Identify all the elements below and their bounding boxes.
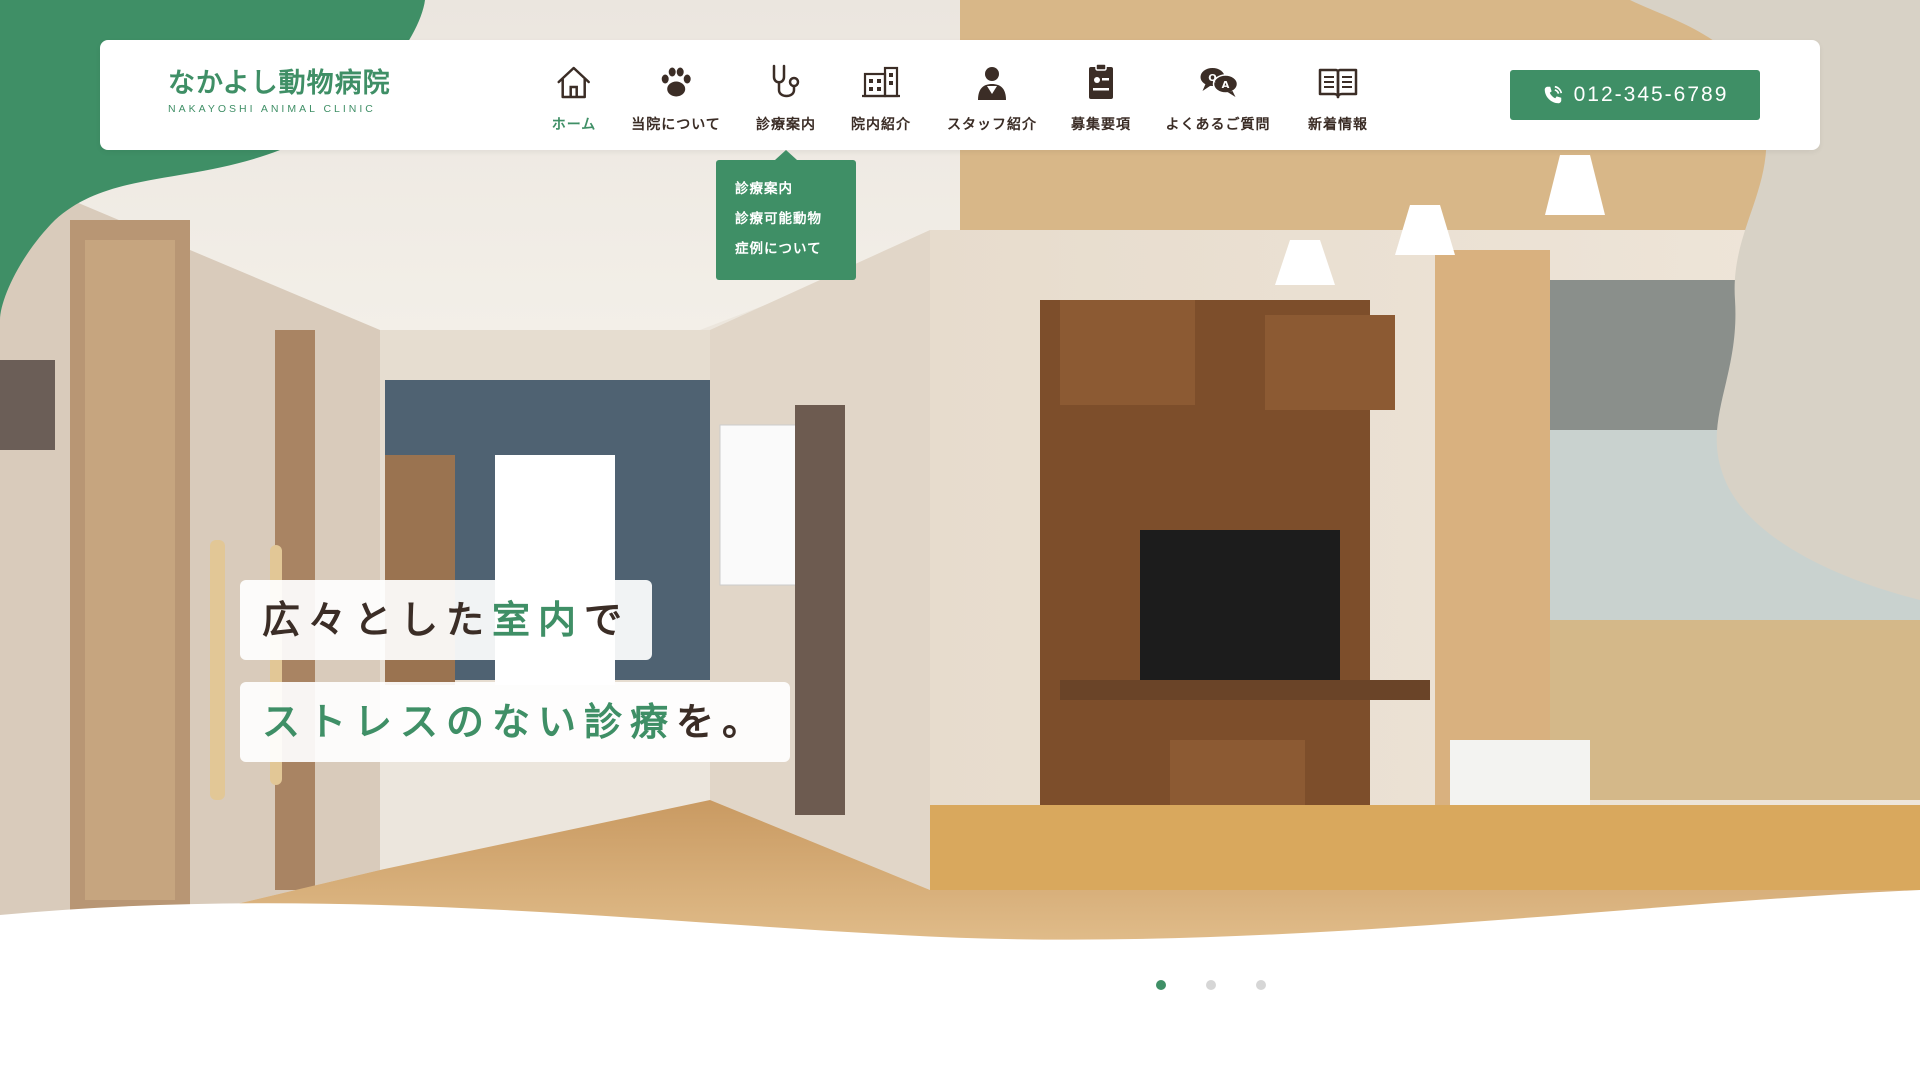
nav-item-home[interactable]: ホーム (552, 60, 597, 134)
site-logo[interactable]: なかよし動物病院 NAKAYOSHI ANIMAL CLINIC (168, 68, 428, 115)
slider-dot-3[interactable] (1256, 980, 1266, 990)
dropdown-item-medical-guide[interactable]: 診療案内 (735, 174, 856, 204)
nav-item-staff[interactable]: スタッフ紹介 (947, 60, 1037, 134)
paw-icon (661, 67, 691, 97)
slider-dot-1[interactable] (1156, 980, 1166, 990)
phone-icon (1544, 85, 1562, 104)
home-icon (557, 66, 591, 99)
nav-item-about[interactable]: 当院について (631, 60, 721, 134)
nav-item-recruit[interactable]: 募集要項 (1071, 60, 1131, 134)
nav-item-news[interactable]: 新着情報 (1308, 60, 1368, 134)
catchcopy-line-2: ストレスのない診療を。 (240, 682, 791, 762)
nav-label-staff: スタッフ紹介 (947, 117, 1037, 133)
svg-text:Q: Q (1208, 73, 1217, 84)
hero-catchcopy: 広々とした室内で ストレスのない診療を。 (240, 580, 791, 784)
open-book-icon (1318, 68, 1358, 99)
catchcopy-line-2-c: を。 (676, 700, 769, 744)
decor-bottom-wave (0, 890, 1920, 960)
catchcopy-line-1-c: で (584, 598, 631, 642)
catchcopy-line-1-highlight: 室内 (492, 598, 585, 642)
nav-item-faq[interactable]: Q A よくあるご質問 (1166, 60, 1271, 134)
dropdown-item-cases[interactable]: 症例について (735, 234, 856, 264)
catchcopy-line-1: 広々とした室内で (240, 580, 653, 660)
catchcopy-line-2-highlight: 診療 (584, 700, 677, 744)
nav-label-medical: 診療案内 (756, 117, 816, 133)
nav-label-home: ホーム (551, 117, 597, 133)
building-icon (862, 66, 900, 98)
catchcopy-line-2-a: ストレスのない (262, 700, 585, 744)
slider-dot-2[interactable] (1206, 980, 1216, 990)
nav-item-medical[interactable]: 診療案内 (756, 60, 816, 134)
dropdown-item-treatable-animals[interactable]: 診療可能動物 (735, 204, 856, 234)
stethoscope-icon (772, 64, 800, 98)
nav-label-about: 当院について (631, 117, 721, 133)
medical-dropdown-menu: 診療案内 診療可能動物 症例について (716, 150, 856, 280)
doctor-icon (978, 67, 1006, 100)
logo-name-en: NAKAYOSHI ANIMAL CLINIC (168, 103, 376, 115)
phone-number: 012-345-6789 (1573, 83, 1729, 106)
nav-label-faq: よくあるご質問 (1165, 117, 1271, 133)
qa-bubble-icon: Q A (1200, 68, 1238, 97)
site-header: なかよし動物病院 NAKAYOSHI ANIMAL CLINIC ホーム 当院に… (100, 40, 1820, 150)
nav-label-recruit: 募集要項 (1071, 117, 1131, 133)
clipboard-icon (1089, 63, 1113, 99)
catchcopy-line-1-a: 広々とした (262, 598, 493, 642)
svg-text:A: A (1221, 80, 1229, 91)
nav-label-facility: 院内紹介 (851, 117, 911, 133)
logo-name-ja: なかよし動物病院 (168, 68, 391, 99)
nav-label-news: 新着情報 (1308, 117, 1368, 133)
phone-button[interactable]: 012-345-6789 (1510, 70, 1760, 120)
nav-item-facility[interactable]: 院内紹介 (851, 60, 911, 134)
